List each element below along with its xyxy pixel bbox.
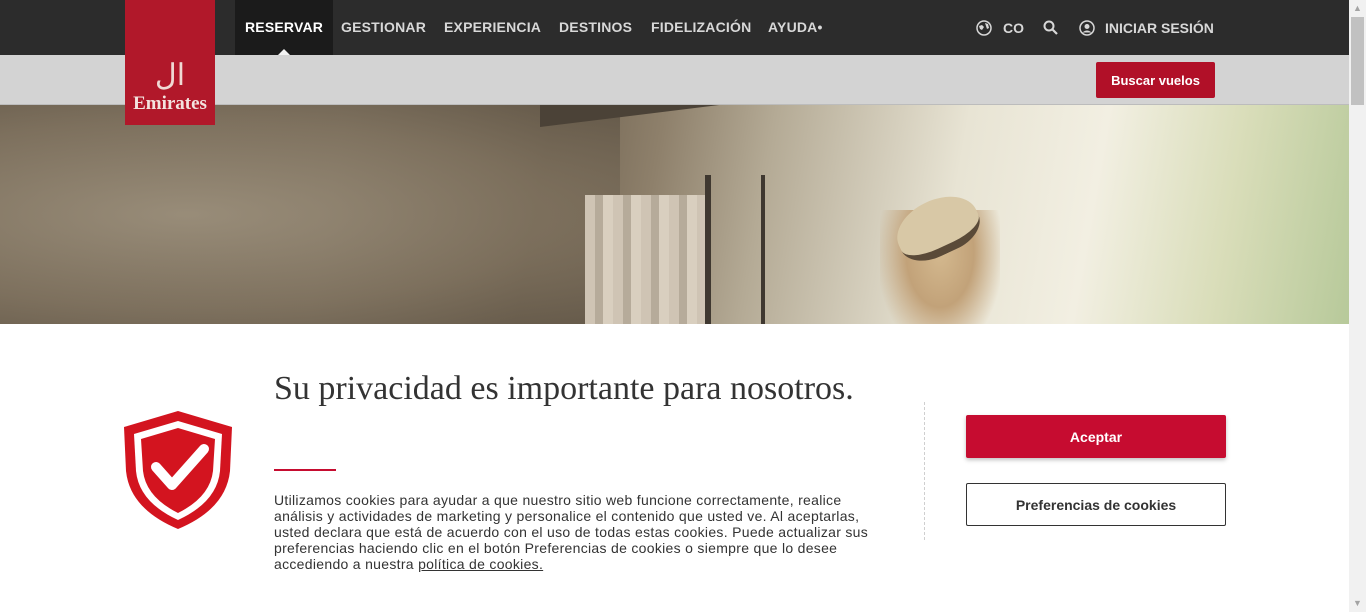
search-icon <box>1043 20 1058 35</box>
emirates-logo[interactable]: ال Emirates <box>125 0 215 125</box>
accept-cookies-button[interactable]: Aceptar <box>966 415 1226 458</box>
cookie-consent-panel: Su privacidad es importante para nosotro… <box>0 324 1349 612</box>
search-flights-button[interactable]: Buscar vuelos <box>1096 62 1215 98</box>
country-code: CO <box>1003 19 1024 36</box>
vertical-scrollbar[interactable]: ▲ ▼ <box>1349 0 1366 612</box>
nav-item-ayuda[interactable]: AYUDA• <box>768 0 823 55</box>
title-underline <box>274 469 336 471</box>
cookie-title: Su privacidad es importante para nosotro… <box>274 370 854 407</box>
hero-image <box>0 105 1349 324</box>
globe-icon <box>976 19 992 36</box>
search-button[interactable] <box>1043 0 1058 55</box>
logo-text: Emirates <box>133 93 207 114</box>
nav-item-experiencia[interactable]: EXPERIENCIA <box>444 0 541 55</box>
country-selector[interactable]: CO <box>976 0 1024 55</box>
hero-window-frame <box>705 175 765 324</box>
scroll-up-icon[interactable]: ▲ <box>1349 0 1366 17</box>
login-link[interactable]: INICIAR SESIÓN <box>1079 0 1214 55</box>
nav-item-reservar[interactable]: RESERVAR <box>235 0 334 55</box>
hero-curtain <box>585 195 705 324</box>
login-label: INICIAR SESIÓN <box>1105 19 1214 36</box>
cookie-policy-link[interactable]: política de cookies. <box>418 556 543 572</box>
cookie-preferences-button[interactable]: Preferencias de cookies <box>966 483 1226 526</box>
nav-item-destinos[interactable]: DESTINOS <box>559 0 632 55</box>
nav-item-fidelizacion[interactable]: FIDELIZACIÓN <box>651 0 751 55</box>
cookie-body-text: Utilizamos cookies para ayudar a que nue… <box>274 492 869 572</box>
scroll-down-icon[interactable]: ▼ <box>1349 595 1366 612</box>
arabic-calligraphy-icon: ال <box>154 59 186 92</box>
hero-beam <box>540 105 1349 127</box>
vertical-divider <box>924 402 925 540</box>
nav-item-gestionar[interactable]: GESTIONAR <box>341 0 426 55</box>
user-icon <box>1079 19 1095 36</box>
shield-check-icon <box>124 411 232 529</box>
cookie-description: Utilizamos cookies para ayudar a que nue… <box>274 492 894 572</box>
scroll-thumb[interactable] <box>1351 17 1364 105</box>
hero-wall <box>0 105 620 324</box>
